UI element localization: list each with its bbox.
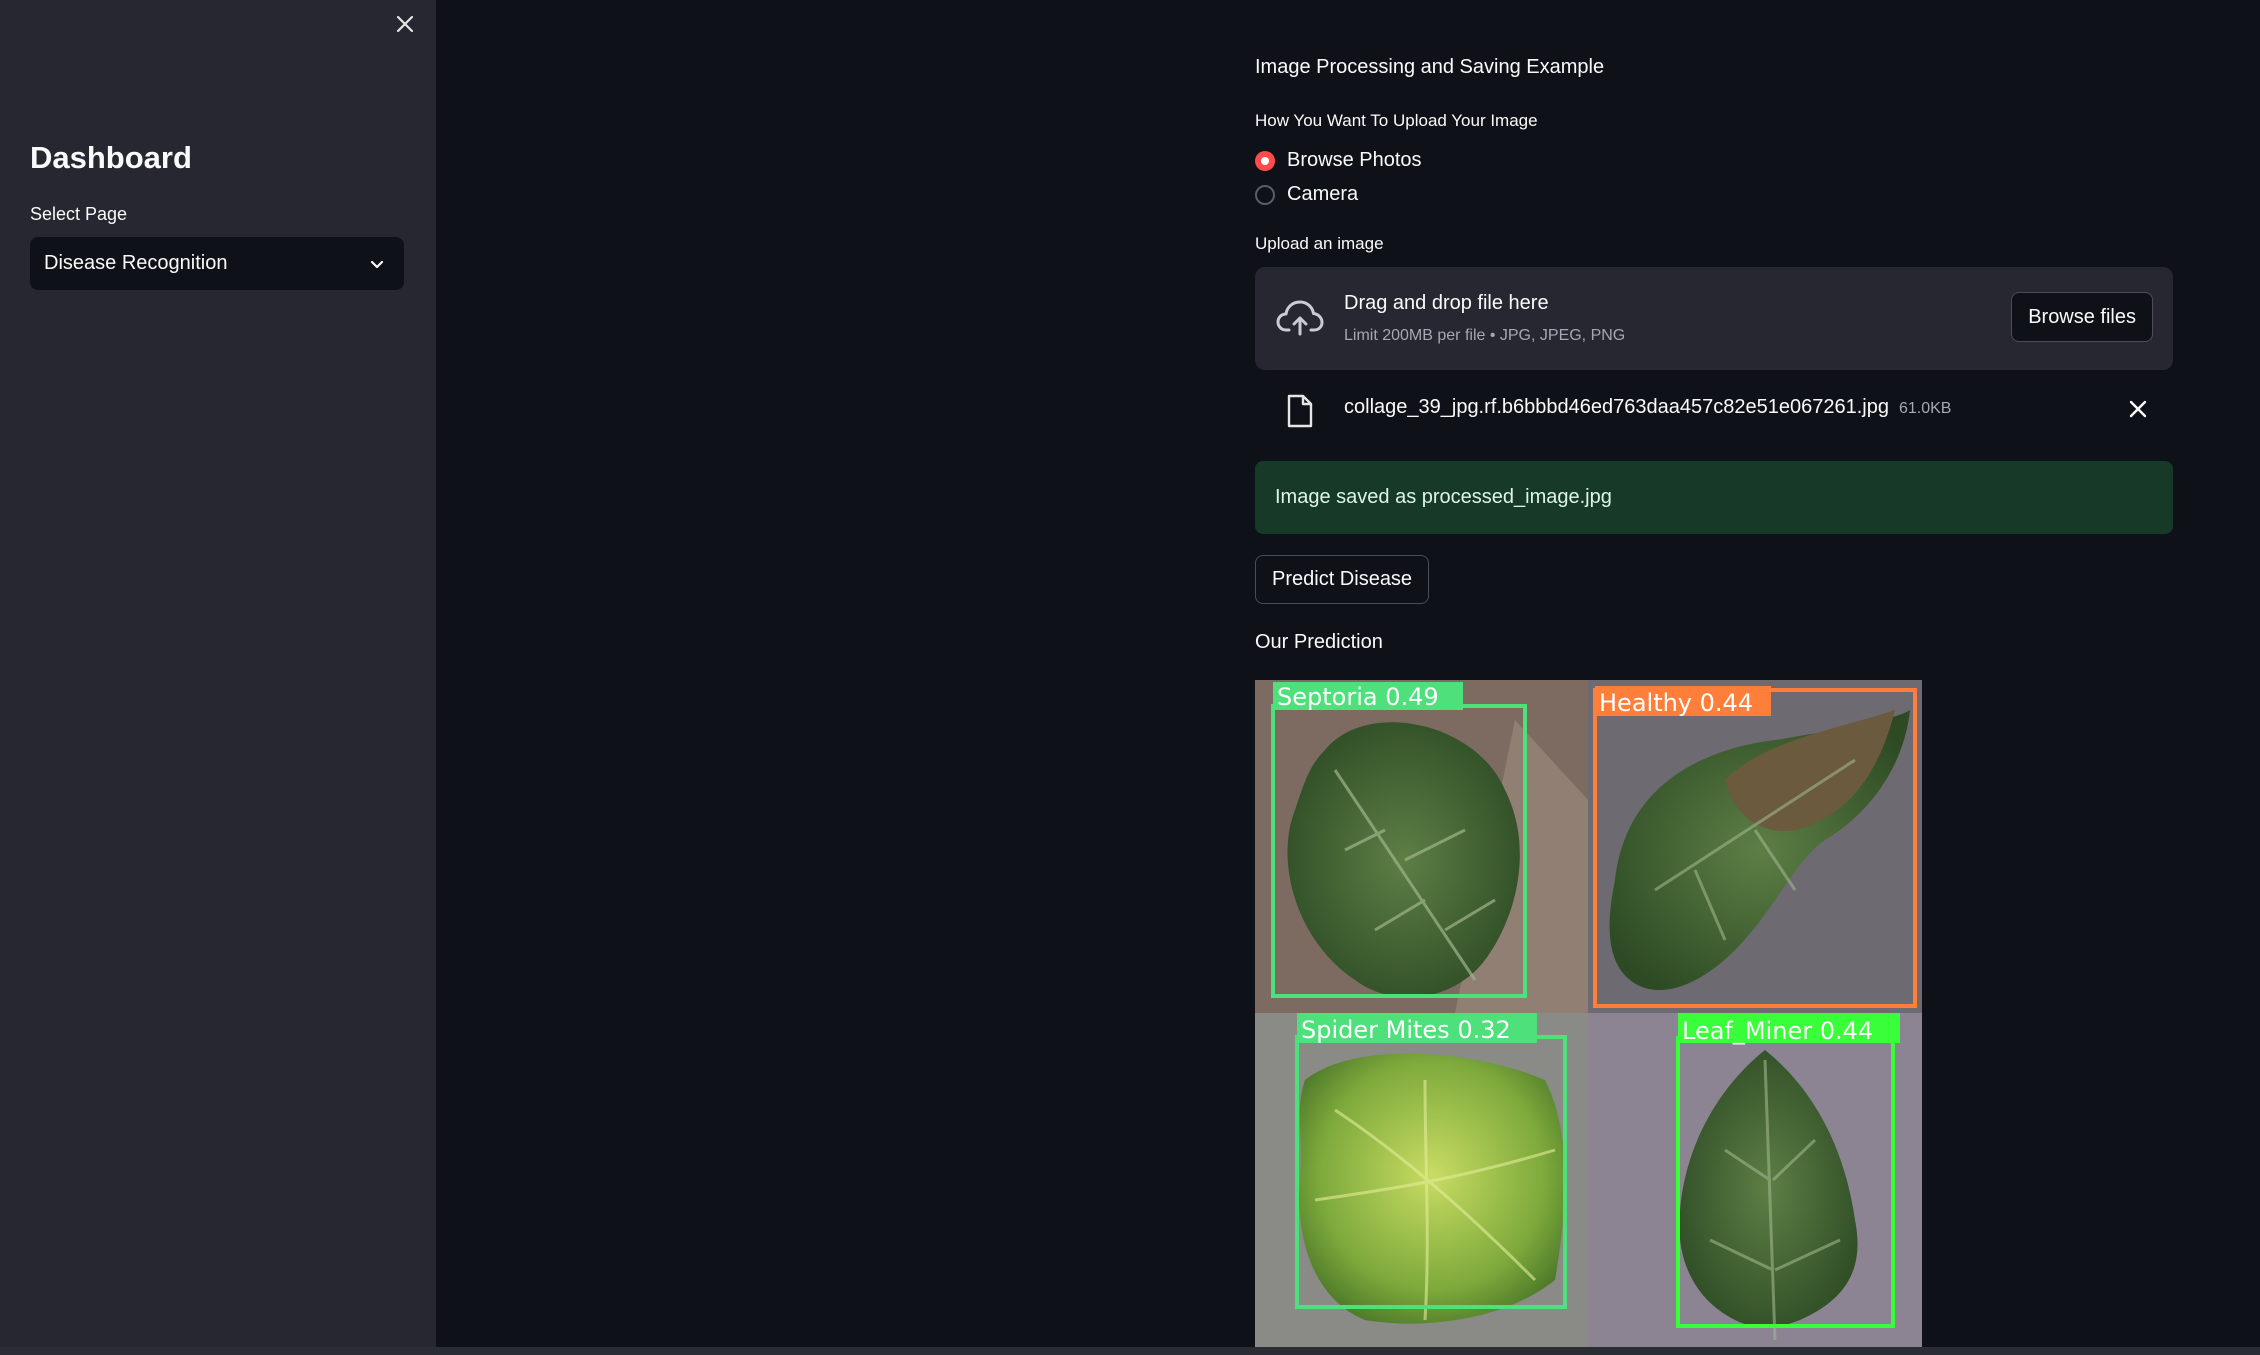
detection-label: Septoria 0.49 bbox=[1277, 683, 1439, 711]
prediction-heading: Our Prediction bbox=[1255, 631, 1383, 653]
collage-tile-spider-mites: Spider Mites 0.32 bbox=[1255, 1013, 1588, 1347]
prediction-collage: Septoria 0.49 Healthy 0.44 Spider Mites … bbox=[1255, 680, 1922, 1347]
page-title: Image Processing and Saving Example bbox=[1255, 56, 1605, 78]
cloud-upload-icon bbox=[1276, 300, 1324, 336]
upload-method-label: How You Want To Upload Your Image bbox=[1255, 111, 1538, 130]
app-root: Dashboard Select Page Disease Recognitio… bbox=[0, 0, 2260, 1355]
close-icon bbox=[396, 15, 414, 33]
radio-unselected-indicator bbox=[1255, 184, 1275, 205]
sidebar: Dashboard Select Page Disease Recognitio… bbox=[0, 0, 436, 1347]
radio-selected-indicator bbox=[1255, 150, 1275, 171]
sidebar-title: Dashboard bbox=[30, 140, 192, 175]
radio-option-label: Camera bbox=[1287, 183, 1359, 205]
collage-tile-healthy: Healthy 0.44 bbox=[1588, 680, 1922, 1013]
bottom-bar bbox=[0, 1347, 2260, 1355]
success-alert: Image saved as processed_image.jpg bbox=[1255, 461, 2173, 534]
success-message: Image saved as processed_image.jpg bbox=[1275, 486, 1612, 508]
uploaded-file-name: collage_39_jpg.rf.b6bbbd46ed763daa457c82… bbox=[1344, 396, 1951, 419]
predict-disease-button[interactable]: Predict Disease bbox=[1255, 555, 1430, 604]
collage-tile-septoria: Septoria 0.49 bbox=[1255, 680, 1588, 1013]
select-page-label: Select Page bbox=[30, 204, 128, 224]
dropzone-title: Drag and drop file here bbox=[1344, 292, 1549, 314]
uploader-label: Upload an image bbox=[1255, 234, 1384, 253]
prediction-image: Septoria 0.49 Healthy 0.44 Spider Mites … bbox=[1255, 680, 1922, 1347]
radio-browse-photos[interactable]: Browse Photos bbox=[1255, 149, 1422, 172]
file-dropzone[interactable]: Drag and drop file here Limit 200MB per … bbox=[1255, 267, 2173, 370]
page-select-value: Disease Recognition bbox=[44, 252, 228, 274]
radio-camera[interactable]: Camera bbox=[1255, 183, 1358, 206]
detection-label: Healthy 0.44 bbox=[1599, 689, 1753, 717]
chevron-down-icon bbox=[370, 260, 384, 269]
page-select[interactable]: Disease Recognition bbox=[30, 237, 404, 290]
collage-tile-leaf-miner: Leaf_Miner 0.44 bbox=[1588, 1013, 1922, 1347]
remove-file-icon[interactable] bbox=[2127, 398, 2149, 420]
browse-files-button[interactable]: Browse files bbox=[2011, 292, 2153, 342]
file-name-text: collage_39_jpg.rf.b6bbbd46ed763daa457c82… bbox=[1344, 396, 1889, 418]
sidebar-close-button[interactable] bbox=[389, 8, 421, 40]
file-icon bbox=[1287, 394, 1313, 428]
uploaded-file-row: collage_39_jpg.rf.b6bbbd46ed763daa457c82… bbox=[1255, 386, 2173, 432]
detection-label: Leaf_Miner 0.44 bbox=[1682, 1017, 1873, 1045]
dropzone-hint: Limit 200MB per file • JPG, JPEG, PNG bbox=[1344, 327, 1626, 344]
radio-option-label: Browse Photos bbox=[1287, 149, 1422, 171]
file-size: 61.0KB bbox=[1898, 400, 1952, 417]
detection-label: Spider Mites 0.32 bbox=[1301, 1016, 1511, 1044]
